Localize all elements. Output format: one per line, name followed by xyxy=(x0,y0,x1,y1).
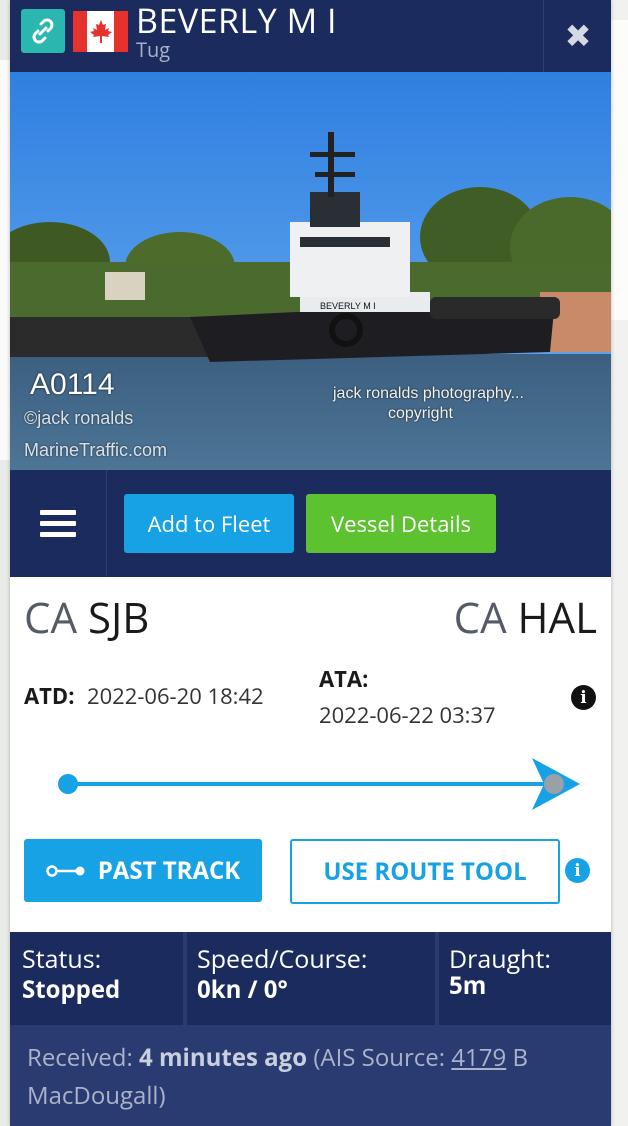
origin-port-code: SJB xyxy=(87,589,150,646)
speed-course-cell: Speed/Course: 0kn / 0° xyxy=(197,936,433,1021)
map-road xyxy=(611,20,628,320)
origin-port: CA SJB xyxy=(24,590,149,646)
past-track-label: PAST TRACK xyxy=(97,854,241,887)
status-bar: Status: Stopped Speed/Course: 0kn / 0° D… xyxy=(10,932,611,1025)
destination-dot xyxy=(544,774,564,794)
destination-country-code: CA xyxy=(453,589,507,646)
vessel-details-button[interactable]: Vessel Details xyxy=(306,494,496,553)
speed-course-value: 0kn / 0° xyxy=(197,973,288,1006)
voyage-progress-bar xyxy=(58,758,580,810)
close-button[interactable]: ✖ xyxy=(543,0,612,72)
status-value: Stopped xyxy=(22,973,121,1006)
link-icon[interactable] xyxy=(21,9,65,53)
destination-port: CA HAL xyxy=(454,590,597,646)
status-label: Status: xyxy=(22,942,102,976)
photo-site-caption: MarineTraffic.com xyxy=(24,440,168,460)
ata-value: 2022-06-22 03:37 xyxy=(319,700,496,730)
ata-label: ATA: xyxy=(319,664,369,694)
status-cell: Status: Stopped xyxy=(22,936,182,1021)
canada-flag-icon xyxy=(73,11,128,52)
speed-course-label: Speed/Course: xyxy=(197,942,368,976)
received-time: 4 minutes ago xyxy=(139,1041,308,1074)
popup-header: BEVERLY M I Tug ✖ xyxy=(10,0,611,72)
photo-watermark-line2: copyright xyxy=(388,405,453,422)
add-to-fleet-button[interactable]: Add to Fleet xyxy=(124,494,294,553)
past-track-button[interactable]: PAST TRACK xyxy=(24,839,262,902)
hull-name-text: BEVERLY M I xyxy=(320,301,376,311)
vessel-photo[interactable]: BEVERLY M I A0114 ©jack ronalds MarineTr… xyxy=(10,72,611,470)
received-info: Received: 4 minutes ago (AIS Source: 417… xyxy=(10,1025,611,1126)
origin-dot xyxy=(58,774,78,794)
photo-id-caption: A0114 xyxy=(30,368,115,401)
photo-credit-caption: ©jack ronalds xyxy=(24,408,134,428)
route-info-icon[interactable]: i xyxy=(565,858,590,883)
ais-source-link[interactable]: 4179 xyxy=(451,1041,506,1074)
received-prefix: Received: xyxy=(27,1041,140,1074)
draught-cell: Draught: 5m xyxy=(449,936,609,1021)
destination-port-code: HAL xyxy=(517,589,597,646)
divider xyxy=(435,932,439,1025)
vessel-type: Tug xyxy=(136,36,171,63)
menu-button[interactable] xyxy=(10,470,107,577)
info-icon[interactable]: i xyxy=(571,685,596,710)
action-bar: Add to Fleet Vessel Details xyxy=(10,470,611,577)
atd-value: 2022-06-20 18:42 xyxy=(87,681,264,711)
vessel-popup: BEVERLY M I Tug ✖ BEVERLY M I A0114 ©jac… xyxy=(10,0,611,1126)
photo-watermark-line1: jack ronalds photography... xyxy=(333,385,524,402)
map-road xyxy=(0,60,10,460)
atd-label: ATD: xyxy=(24,681,75,711)
use-route-tool-button[interactable]: USE ROUTE TOOL xyxy=(290,839,560,904)
hamburger-menu-icon xyxy=(40,504,76,543)
ais-source-prefix: (AIS Source: xyxy=(307,1041,452,1074)
close-icon: ✖ xyxy=(564,14,592,57)
origin-country-code: CA xyxy=(24,589,78,646)
past-track-icon xyxy=(45,864,85,877)
divider xyxy=(183,932,187,1025)
